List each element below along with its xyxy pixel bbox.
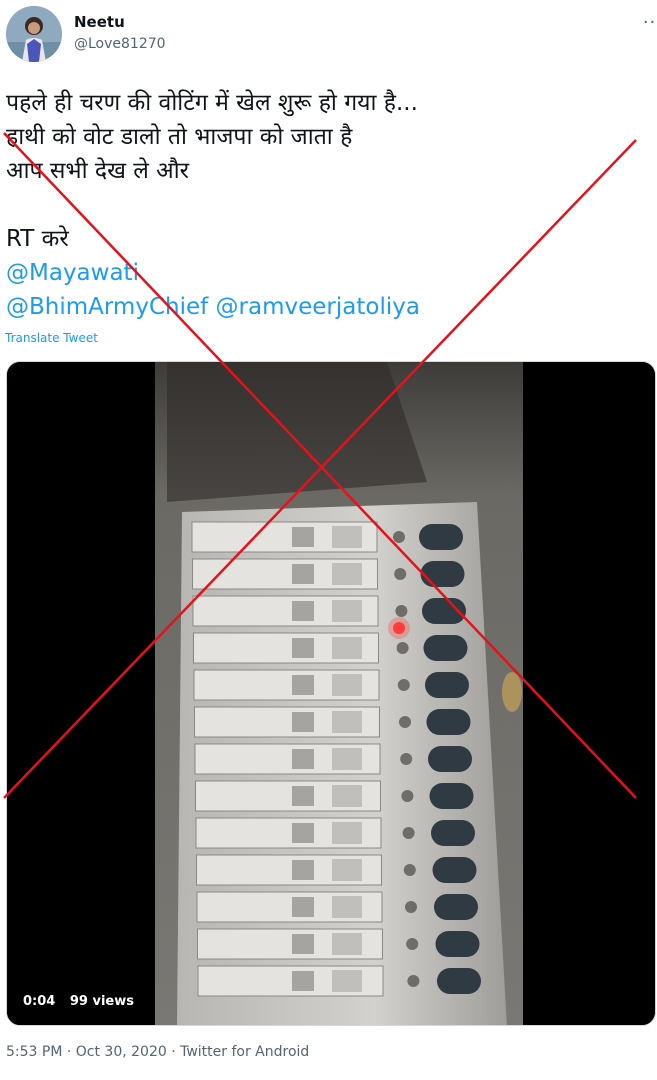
candidate-photo xyxy=(292,749,314,769)
candidate-photo xyxy=(292,564,314,584)
lamp-indicator xyxy=(400,753,413,765)
candidate-photo xyxy=(292,786,314,806)
lamp-indicator xyxy=(403,864,416,876)
video-views: 99 views xyxy=(69,994,134,1009)
candidate-photo xyxy=(292,601,314,621)
lamp-indicator xyxy=(395,605,408,617)
vote-button xyxy=(423,635,468,661)
user-name[interactable]: Neetu xyxy=(74,13,125,31)
candidate-photo xyxy=(292,527,314,547)
party-symbol xyxy=(332,674,362,696)
candidate-photo xyxy=(292,860,314,880)
lamp-indicator xyxy=(407,975,420,987)
vote-button xyxy=(435,931,480,957)
lamp-indicator xyxy=(405,901,417,913)
candidate-photo xyxy=(292,823,314,843)
candidate-photo xyxy=(292,675,314,695)
party-symbol xyxy=(332,859,362,881)
party-symbol xyxy=(332,785,362,807)
candidate-photo xyxy=(292,712,314,732)
vote-button xyxy=(434,894,478,920)
candidate-photo xyxy=(292,971,314,991)
mention-link[interactable]: @ramveerjatoliya xyxy=(216,294,420,320)
vote-button xyxy=(426,709,471,735)
translate-tweet-link[interactable]: Translate Tweet xyxy=(5,331,98,345)
tweet-line: आप सभी देख ले और xyxy=(6,158,190,184)
lamp-indicator xyxy=(406,938,419,950)
party-symbol xyxy=(332,526,362,548)
vote-button xyxy=(429,783,474,809)
lamp-indicator xyxy=(401,790,414,802)
party-symbol xyxy=(332,933,362,955)
video-player[interactable]: 0:04 99 views xyxy=(6,361,656,1026)
party-symbol xyxy=(332,563,362,585)
user-handle[interactable]: @Love81270 xyxy=(74,36,166,52)
vote-button xyxy=(432,857,477,883)
tweet-line: पहले ही चरण की वोटिंग में खेल शुरू हो गय… xyxy=(6,90,418,116)
vote-button xyxy=(422,598,466,624)
mention-link[interactable]: @Mayawati xyxy=(6,260,139,286)
vote-button xyxy=(428,746,472,772)
tweet-line: RT करे xyxy=(6,226,69,252)
mention-link[interactable]: @BhimArmyChief xyxy=(6,294,208,320)
tweet-timestamp[interactable]: 5:53 PM · Oct 30, 2020 · Twitter for And… xyxy=(6,1044,309,1060)
lamp-indicator xyxy=(397,679,410,691)
tweet-header: Neetu @Love81270 ··· xyxy=(0,0,657,70)
vote-button xyxy=(420,561,465,587)
lamp-indicator xyxy=(393,531,405,543)
video-frame xyxy=(7,362,655,1025)
tweet-line: हाथी को वोट डालो तो भाजपा को जाता है xyxy=(6,124,353,150)
candidate-photo xyxy=(292,897,314,917)
party-symbol xyxy=(332,748,362,770)
party-symbol xyxy=(332,970,362,992)
party-symbol xyxy=(332,711,362,733)
tweet-text: पहले ही चरण की वोटिंग में खेल शुरू हो गय… xyxy=(6,86,646,324)
candidate-photo xyxy=(292,934,314,954)
video-stats: 0:04 99 views xyxy=(23,994,144,1009)
more-icon[interactable]: ··· xyxy=(643,12,657,33)
party-symbol xyxy=(332,822,362,844)
vote-button xyxy=(431,820,475,846)
vote-button xyxy=(419,524,463,550)
lamp-indicator xyxy=(394,568,407,580)
avatar[interactable] xyxy=(6,6,62,62)
party-symbol xyxy=(332,896,362,918)
video-duration: 0:04 xyxy=(23,994,56,1009)
vote-button xyxy=(437,968,481,994)
lamp-indicator xyxy=(402,827,415,839)
lamp-indicator xyxy=(399,716,411,728)
party-symbol xyxy=(332,637,362,659)
vote-button xyxy=(425,672,469,698)
lamp-indicator xyxy=(396,642,409,654)
candidate-photo xyxy=(292,638,314,658)
party-symbol xyxy=(332,600,362,622)
